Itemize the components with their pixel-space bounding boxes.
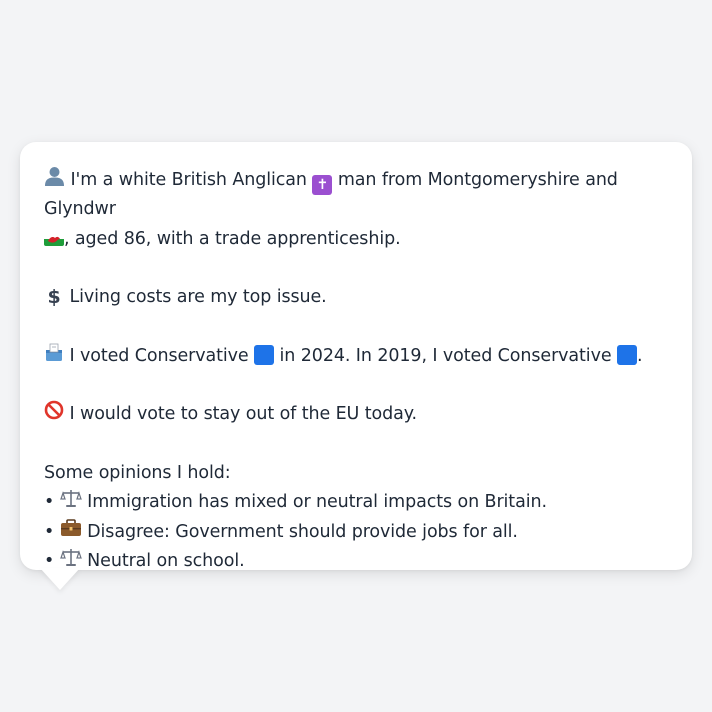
opinion-text: Immigration has mixed or neutral impacts… xyxy=(87,492,547,513)
issue-text: Living costs are my top issue. xyxy=(69,287,327,308)
intro-text-3: , aged 86, with a trade apprenticeship. xyxy=(64,228,401,249)
dollar-sign-icon: $ xyxy=(47,286,61,309)
intro-text-1: I'm a white British Anglican xyxy=(70,170,307,190)
list-item: • Immigration has mixed or neutral impac… xyxy=(44,488,668,517)
eu-paragraph: I would vote to stay out of the EU today… xyxy=(44,400,668,429)
eu-text: I would vote to stay out of the EU today… xyxy=(69,404,417,425)
vote-text-1: I voted Conservative xyxy=(69,345,249,366)
person-silhouette-icon xyxy=(45,167,64,186)
bullet: • xyxy=(44,492,55,513)
intro-line-2: , aged 86, with a trade apprenticeship. xyxy=(44,225,668,254)
blue-square-icon xyxy=(254,344,275,365)
briefcase-icon xyxy=(60,518,81,536)
list-item: • Neutral on school. xyxy=(44,547,668,576)
intro-line-1: I'm a white British Anglican ✝ man from … xyxy=(44,166,668,225)
opinions-paragraph: Some opinions I hold: • Immigration has … xyxy=(44,459,668,576)
opinion-text: Neutral on school. xyxy=(87,550,245,571)
wales-flag-icon xyxy=(44,231,64,246)
vote-paragraph: I voted Conservative in 2024. In 2019, I… xyxy=(44,342,668,371)
opinion-text: Disagree: Government should provide jobs… xyxy=(87,521,518,542)
opinions-heading: Some opinions I hold: xyxy=(44,462,231,483)
intro-paragraph: I'm a white British Anglican ✝ man from … xyxy=(44,166,668,254)
latin-cross-icon: ✝ xyxy=(312,175,333,195)
ballot-box-icon xyxy=(46,343,62,361)
bullet: • xyxy=(44,521,55,542)
balance-scale-icon xyxy=(59,490,82,508)
vote-text-3: . xyxy=(636,345,643,366)
balance-scale-icon xyxy=(59,548,82,566)
blue-square-icon xyxy=(616,344,637,365)
prohibited-icon xyxy=(44,401,64,420)
issue-paragraph: $ Living costs are my top issue. xyxy=(44,283,668,312)
bubble-tail xyxy=(40,568,80,590)
message-bubble: I'm a white British Anglican ✝ man from … xyxy=(20,142,692,571)
vote-text-2: in 2024. In 2019, I voted Conservative xyxy=(279,345,612,366)
list-item: • Disagree: Government should provide jo… xyxy=(44,518,668,547)
